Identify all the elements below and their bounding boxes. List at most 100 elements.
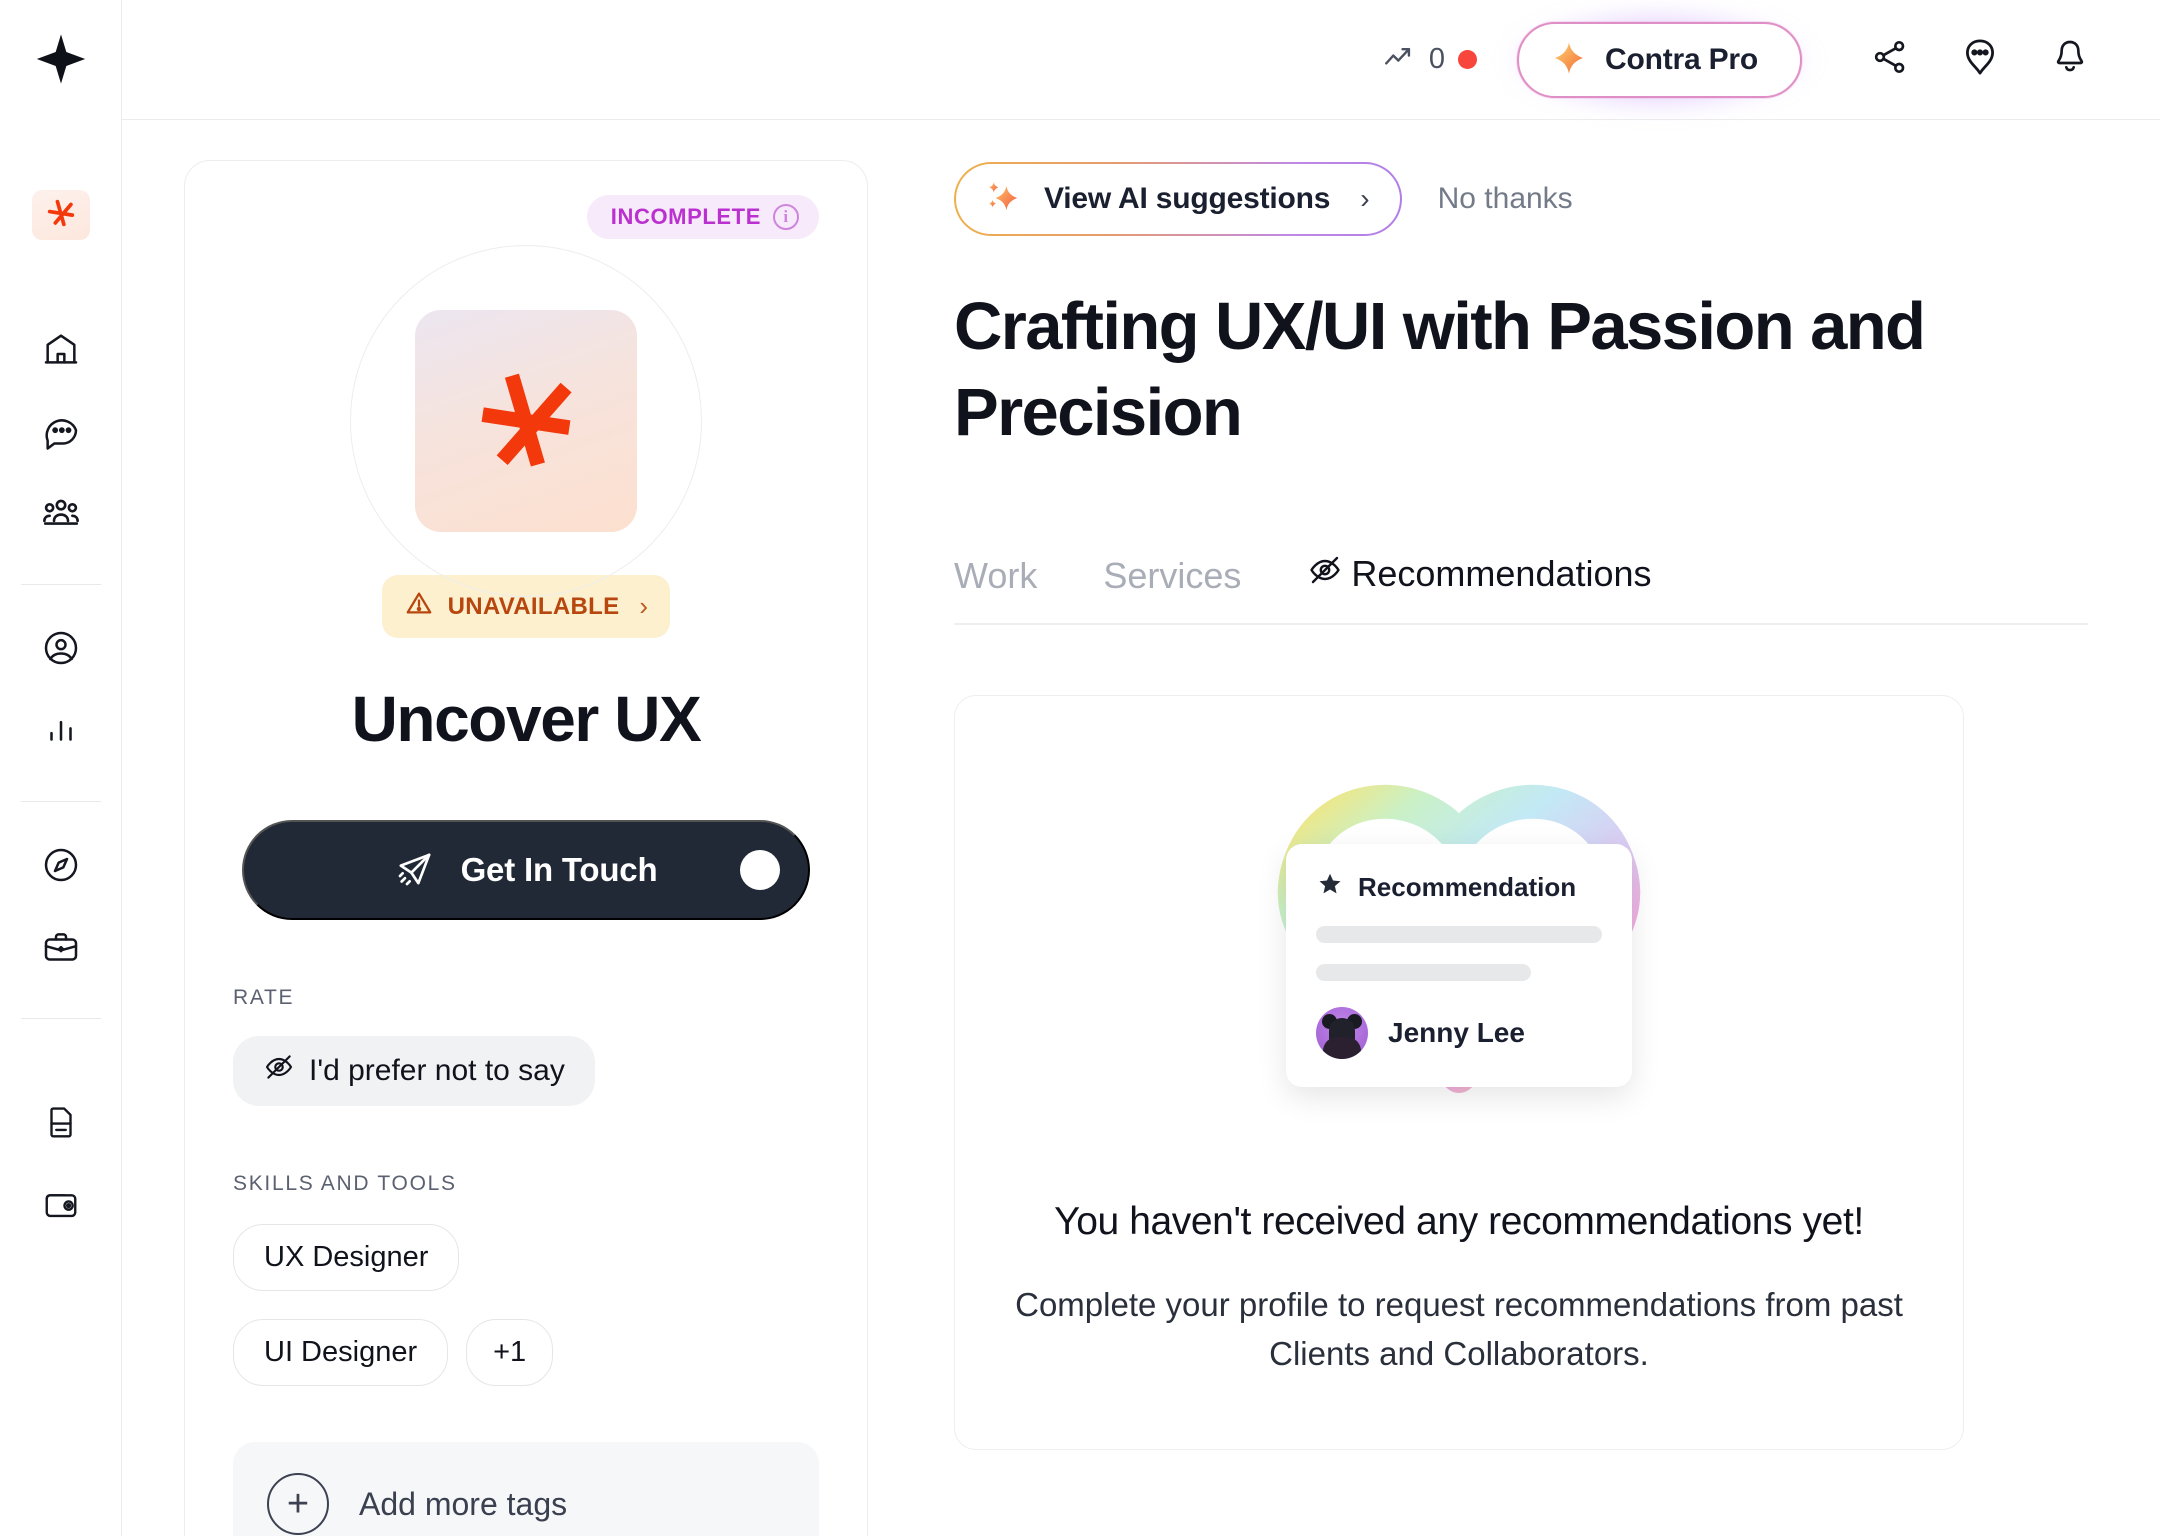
wallet-icon — [42, 1185, 80, 1228]
status-badge-row: INCOMPLETE i — [233, 161, 819, 239]
sidebar-divider-2 — [20, 801, 101, 802]
status-badge-label: INCOMPLETE — [610, 204, 761, 229]
tab-services[interactable]: Services — [1103, 555, 1241, 597]
chat-bubble-icon — [41, 411, 81, 456]
status-dot — [1457, 50, 1477, 69]
add-more-tags-label: Add more tags — [359, 1485, 568, 1522]
plus-circle-icon: + — [267, 1473, 329, 1535]
skills-overflow-tag[interactable]: +1 — [466, 1319, 554, 1386]
sidebar-item-profile-brand[interactable] — [31, 190, 90, 240]
ai-suggestions-row: View AI suggestions › No thanks — [954, 162, 2088, 236]
sidebar-item-jobs[interactable] — [32, 924, 90, 974]
share-button[interactable] — [1852, 22, 1928, 98]
content-tabs: Work Services Recommendations — [954, 552, 2088, 625]
skills-tag-list: UX Designer — [233, 1224, 819, 1291]
people-group-icon — [40, 492, 82, 539]
get-in-touch-indicator — [740, 850, 780, 890]
headline: Crafting UX/UI with Passion and Precisio… — [954, 289, 1926, 450]
dismiss-ai-suggestions-link[interactable]: No thanks — [1438, 182, 1573, 216]
ai-suggestions-label: View AI suggestions — [1044, 182, 1331, 215]
briefcase-icon — [41, 927, 81, 972]
get-in-touch-button[interactable]: Get In Touch — [242, 820, 810, 920]
rate-value: I'd prefer not to say — [309, 1054, 565, 1087]
app-root: 0 Contra Pro INCOMPLETE i UNAVAILABLE › … — [0, 0, 2160, 1536]
chevron-right-icon: › — [1360, 183, 1370, 214]
left-sidebar — [0, 0, 122, 1536]
sidebar-item-documents[interactable] — [32, 1099, 90, 1149]
sidebar-item-messages[interactable] — [32, 408, 90, 458]
ai-suggestions-button-inner[interactable]: View AI suggestions › — [956, 164, 1400, 234]
add-more-tags-button[interactable]: + Add more tags — [233, 1442, 819, 1536]
body-row: INCOMPLETE i UNAVAILABLE › Uncover UX Ge… — [122, 120, 2160, 1536]
messages-button[interactable] — [1942, 22, 2018, 98]
info-circle-icon[interactable]: i — [773, 204, 799, 230]
page-title: Uncover UX — [351, 683, 702, 755]
paper-plane-icon — [395, 849, 435, 892]
empty-state-title: You haven't received any recommendations… — [1054, 1199, 1864, 1243]
sidebar-item-community[interactable] — [32, 490, 90, 540]
tab-recommendations[interactable]: Recommendations — [1307, 552, 1652, 597]
recommendation-illustration: Recommendation Jenny Lee — [1015, 746, 1903, 1166]
recommendation-card-title: Recommendation — [1358, 871, 1577, 902]
bell-icon — [2050, 37, 2090, 82]
rate-section-label: RATE — [233, 986, 295, 1009]
skeleton-line — [1316, 925, 1602, 943]
tab-recommendations-label: Recommendations — [1351, 553, 1652, 594]
main-area: 0 Contra Pro INCOMPLETE i UNAVAILABLE › … — [122, 0, 2160, 1536]
recommendation-card-title-row: Recommendation — [1316, 870, 1602, 905]
skill-tag[interactable]: UX Designer — [233, 1224, 460, 1291]
star-filled-icon — [1316, 870, 1344, 905]
skills-section-label: SKILLS AND TOOLS — [233, 1172, 457, 1195]
sidebar-divider-3 — [20, 1018, 101, 1019]
status-badge[interactable]: INCOMPLETE i — [586, 195, 819, 239]
jenny-lee-avatar — [1316, 1006, 1368, 1059]
document-icon — [42, 1103, 80, 1146]
recommendations-empty-card: Recommendation Jenny Lee You haven't rec… — [954, 694, 1964, 1450]
avatar-ring — [350, 245, 702, 597]
sparkle-four-point-icon — [1551, 40, 1587, 79]
skill-tag[interactable]: UI Designer — [233, 1319, 449, 1386]
tab-work[interactable]: Work — [954, 555, 1037, 597]
user-circle-icon — [41, 628, 81, 673]
rate-value-pill[interactable]: I'd prefer not to say — [233, 1036, 595, 1106]
profile-column: INCOMPLETE i UNAVAILABLE › Uncover UX Ge… — [122, 120, 882, 1536]
ai-suggestions-button[interactable]: View AI suggestions › — [954, 162, 1402, 236]
sidebar-item-home[interactable] — [32, 326, 90, 376]
sidebar-item-profile[interactable] — [32, 625, 90, 675]
sparkles-icon — [986, 179, 1022, 220]
home-icon — [41, 329, 81, 374]
skeleton-line — [1316, 963, 1531, 981]
asterisk-avatar-icon — [461, 354, 591, 489]
warning-triangle-icon — [404, 588, 434, 625]
avatar[interactable] — [415, 310, 637, 532]
empty-state-subtitle: Complete your profile to request recomme… — [1015, 1285, 1903, 1373]
profile-views-stat[interactable]: 0 — [1382, 40, 1477, 79]
trending-up-icon — [1382, 40, 1416, 79]
sidebar-item-discover[interactable] — [32, 842, 90, 892]
stat-count: 0 — [1428, 43, 1445, 75]
availability-chevron-icon: › — [639, 591, 649, 621]
contra-pro-button[interactable]: Contra Pro — [1516, 21, 1802, 98]
contra-pro-wrapper: Contra Pro — [1502, 5, 1816, 114]
eye-off-icon — [1307, 552, 1343, 597]
eye-off-icon — [263, 1051, 295, 1091]
sidebar-item-wallet[interactable] — [32, 1181, 90, 1231]
contra-star-logo-icon[interactable] — [30, 28, 92, 90]
profile-card: INCOMPLETE i UNAVAILABLE › Uncover UX Ge… — [184, 160, 868, 1536]
chat-dots-icon — [1959, 36, 2001, 83]
bar-chart-icon — [42, 711, 80, 754]
skills-tag-list-2: UI Designer +1 — [233, 1319, 819, 1386]
compass-icon — [41, 845, 81, 890]
top-header: 0 Contra Pro — [122, 0, 2160, 120]
get-in-touch-label: Get In Touch — [460, 851, 658, 888]
content-column: View AI suggestions › No thanks Crafting… — [882, 120, 2160, 1536]
asterisk-brand-icon — [44, 196, 78, 235]
notifications-button[interactable] — [2032, 22, 2108, 98]
sidebar-item-analytics[interactable] — [32, 707, 90, 757]
sidebar-divider-1 — [20, 584, 101, 585]
recommendation-preview-card: Recommendation Jenny Lee — [1286, 843, 1632, 1087]
recommendation-card-user-name: Jenny Lee — [1388, 1016, 1525, 1048]
avatar-wrapper — [233, 245, 819, 597]
contra-pro-label: Contra Pro — [1604, 42, 1758, 76]
recommendation-card-user: Jenny Lee — [1316, 1006, 1602, 1059]
